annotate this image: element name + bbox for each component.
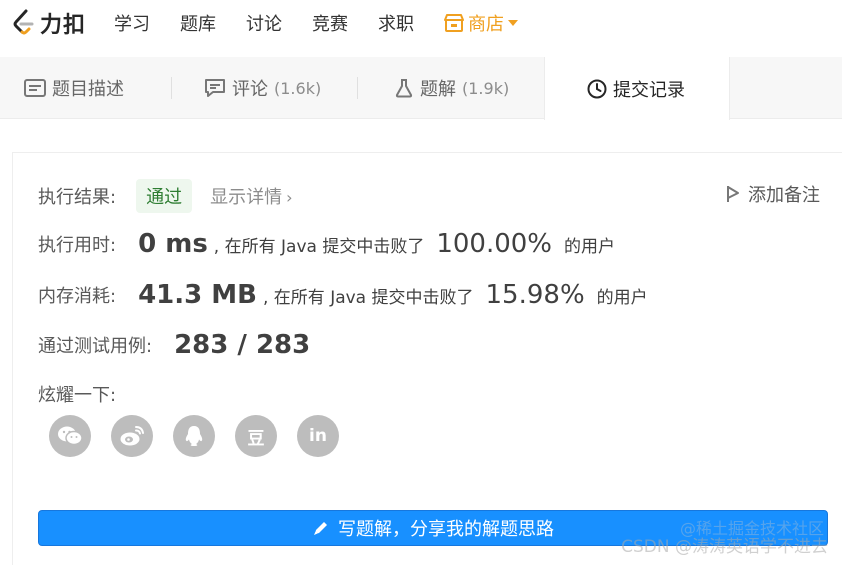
- chevron-right-icon: ›: [286, 188, 293, 207]
- tab-comments[interactable]: 评论 (1.6k): [172, 57, 358, 119]
- tab-submissions[interactable]: 提交记录: [544, 57, 730, 120]
- runtime-beat-text: , 在所有 Java 提交中击败了: [213, 236, 425, 257]
- submission-result-card: 执行结果: 通过 显示详情 › 添加备注 执行用时: 0 ms , 在所有 Jav…: [12, 152, 842, 565]
- add-note-label: 添加备注: [748, 185, 820, 206]
- tests-value: 283 / 283: [174, 330, 311, 360]
- runtime-percentile: 100.00%: [436, 229, 553, 259]
- problem-tabs: 题目描述 评论 (1.6k) 题解 (1.9k) 提交记录: [0, 57, 842, 120]
- tab-description-label: 题目描述: [52, 79, 124, 100]
- tab-solutions[interactable]: 题解 (1.9k): [358, 57, 544, 119]
- wechat-icon[interactable]: [49, 415, 91, 457]
- memory-row: 内存消耗: 41.3 MB , 在所有 Java 提交中击败了 15.98% 的…: [38, 280, 648, 310]
- store-label: 商店: [468, 14, 505, 35]
- pencil-icon: [314, 522, 327, 535]
- memory-tail: 的用户: [596, 287, 648, 308]
- runtime-value: 0 ms: [138, 229, 208, 259]
- share-icons: 豆 in: [49, 415, 359, 457]
- runtime-row: 执行用时: 0 ms , 在所有 Java 提交中击败了 100.00% 的用户: [38, 229, 615, 259]
- linkedin-icon[interactable]: in: [297, 415, 339, 457]
- tab-solutions-count: (1.9k): [462, 78, 510, 98]
- runtime-tail: 的用户: [564, 236, 616, 257]
- write-solution-label: 写题解，分享我的解题思路: [338, 519, 554, 540]
- store-icon: [444, 14, 465, 32]
- logo-text: 力扣: [40, 13, 87, 38]
- add-note-button[interactable]: 添加备注: [726, 181, 820, 207]
- weibo-icon[interactable]: [111, 415, 153, 457]
- nav-item-jobs[interactable]: 求职: [378, 10, 414, 36]
- show-details-label: 显示详情: [210, 187, 283, 208]
- runtime-label: 执行用时:: [38, 235, 117, 256]
- nav-item-learn[interactable]: 学习: [114, 10, 150, 36]
- clock-icon: [587, 79, 607, 99]
- leetcode-logo-icon: [13, 9, 34, 35]
- tab-submissions-label: 提交记录: [613, 79, 685, 101]
- flag-icon: [727, 186, 739, 202]
- watermark-csdn: CSDN @涛涛英语学不进去: [621, 537, 828, 557]
- tab-solutions-label: 题解: [420, 79, 456, 100]
- share-label: 炫耀一下:: [38, 385, 117, 406]
- status-label: 执行结果:: [38, 187, 117, 208]
- memory-beat-text: , 在所有 Java 提交中击败了: [262, 287, 474, 308]
- doc-icon: [24, 79, 46, 97]
- comment-icon: [204, 78, 226, 98]
- douban-icon[interactable]: 豆: [235, 415, 277, 457]
- nav-item-discuss[interactable]: 讨论: [246, 10, 282, 36]
- tab-comments-label: 评论: [232, 79, 268, 100]
- memory-value: 41.3 MB: [138, 280, 257, 310]
- flask-icon: [394, 78, 414, 98]
- status-row: 执行结果: 通过 显示详情 ›: [38, 179, 292, 213]
- tab-comments-count: (1.6k): [274, 78, 322, 98]
- memory-percentile: 15.98%: [485, 280, 585, 310]
- tests-label: 通过测试用例:: [38, 336, 153, 357]
- top-nav: 力扣 学习 题库 讨论 竞赛 求职 商店: [0, 0, 842, 46]
- qq-icon[interactable]: [173, 415, 215, 457]
- tab-description[interactable]: 题目描述: [0, 57, 172, 119]
- chevron-down-icon: [508, 20, 519, 26]
- logo[interactable]: 力扣: [12, 0, 86, 46]
- show-details-link[interactable]: 显示详情 ›: [210, 183, 292, 209]
- memory-label: 内存消耗:: [38, 286, 117, 307]
- tests-row: 通过测试用例: 283 / 283: [38, 330, 310, 360]
- nav-item-contest[interactable]: 竞赛: [312, 10, 348, 36]
- status-badge: 通过: [136, 179, 193, 213]
- share-row: 炫耀一下:: [38, 381, 116, 407]
- nav-item-problems[interactable]: 题库: [180, 10, 216, 36]
- nav-item-store[interactable]: 商店: [444, 10, 519, 36]
